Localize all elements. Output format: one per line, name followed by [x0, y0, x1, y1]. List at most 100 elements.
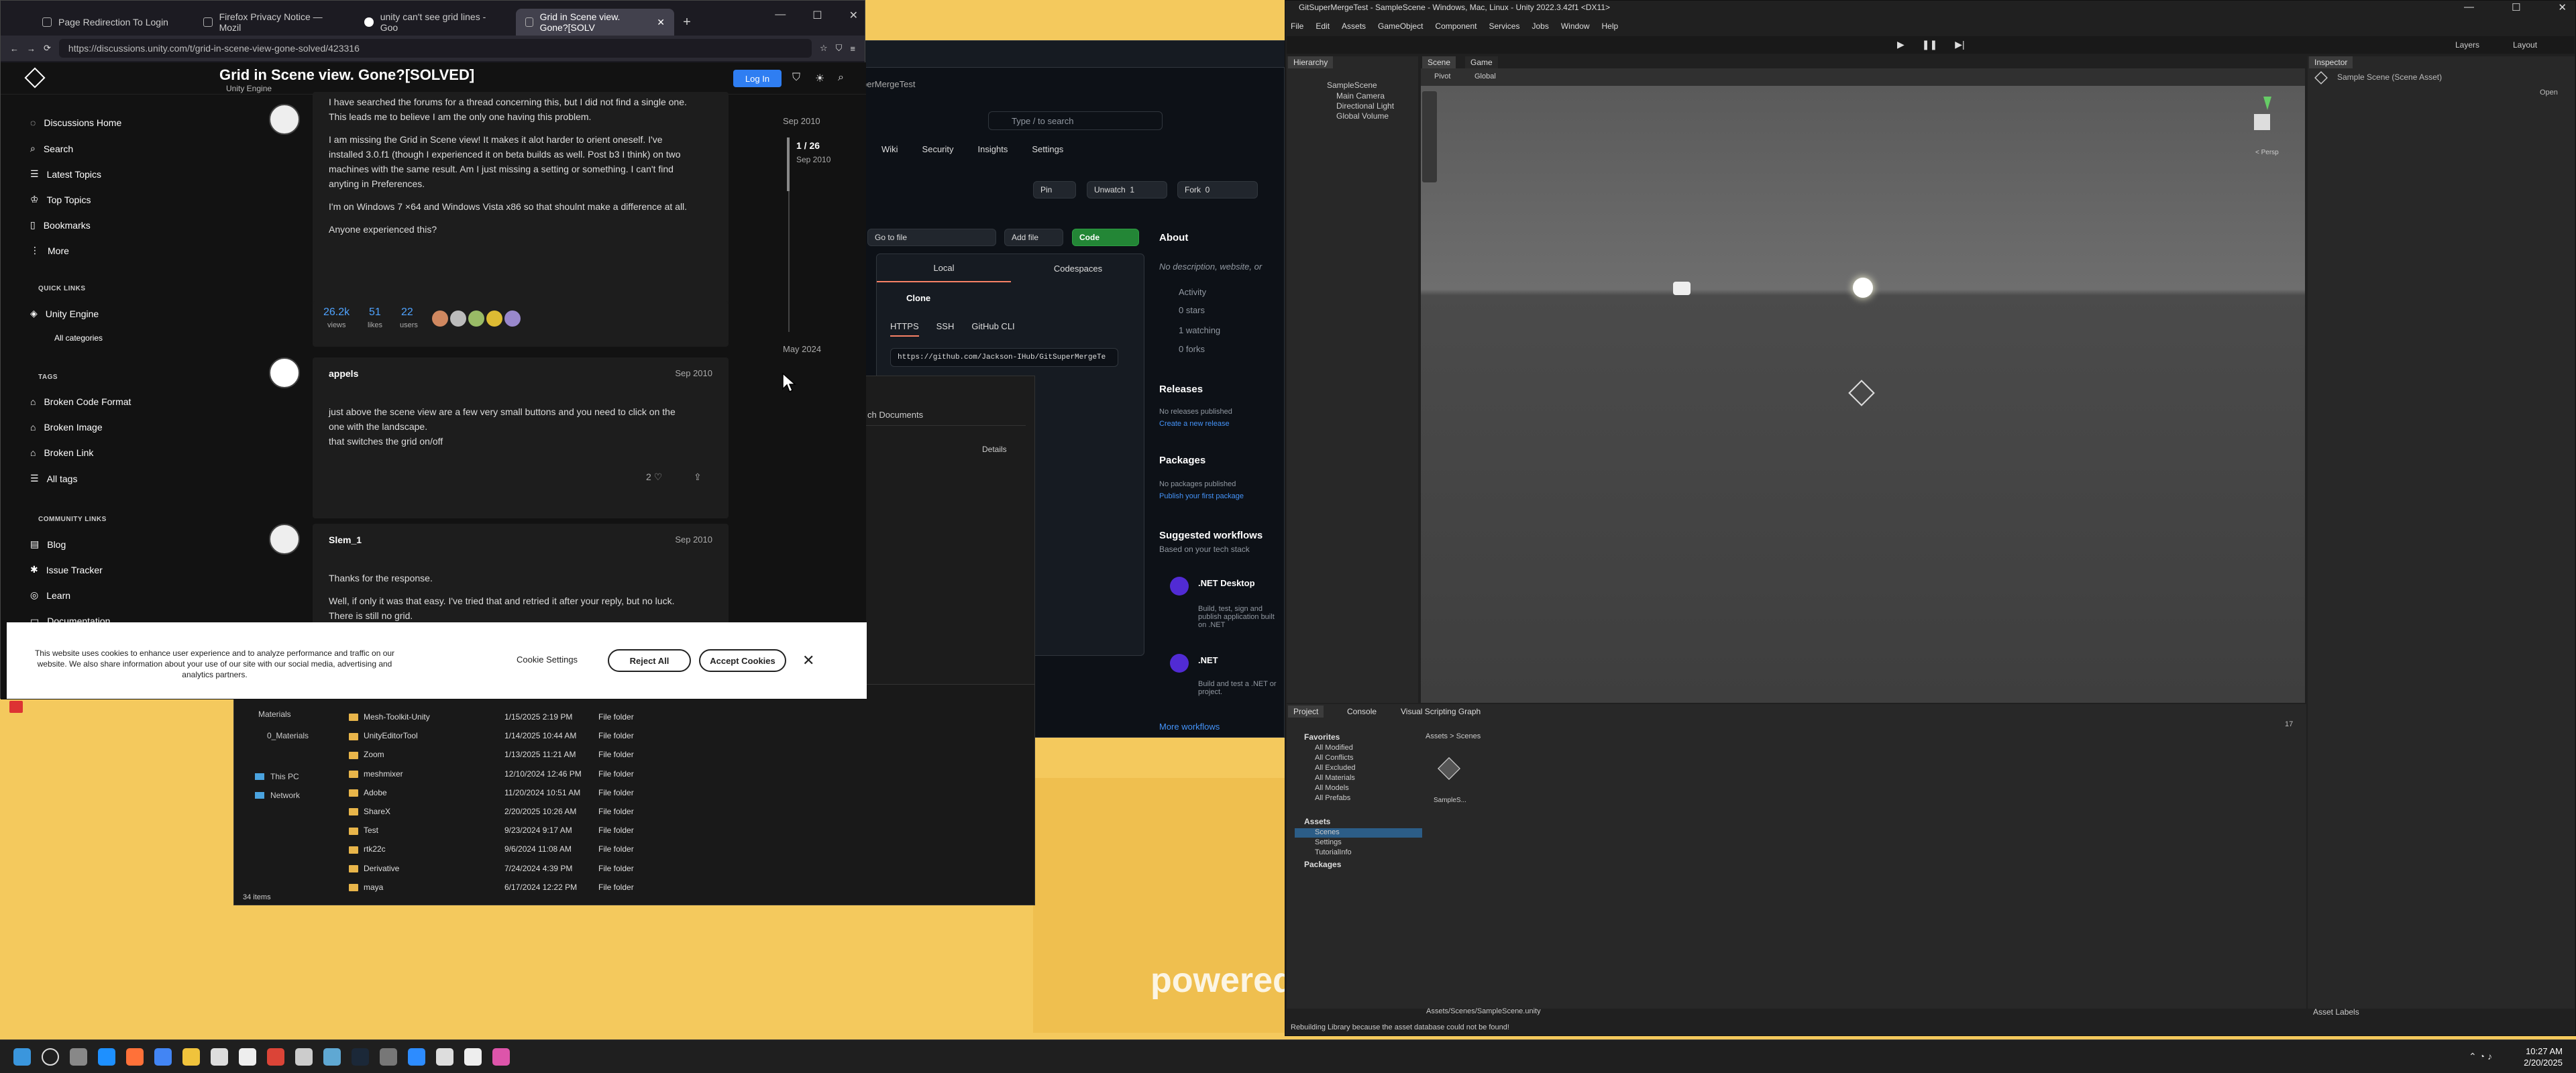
workflow2-title[interactable]: .NET [1198, 655, 1218, 665]
tray-icons[interactable]: ⌃ ◔ ♪ [2469, 1051, 2492, 1062]
tab-game[interactable]: Game [1465, 56, 1498, 68]
search-icon[interactable]: ⌕ [838, 72, 844, 84]
clone-url-input[interactable]: https://github.com/Jackson-IHub/GitSuper… [890, 348, 1118, 367]
sidebar-item-search[interactable]: ⌕ Search [30, 143, 73, 154]
menu-gameobject[interactable]: GameObject [1378, 21, 1423, 31]
sidebar-item-top[interactable]: ♔ Top Topics [30, 194, 91, 205]
details-button[interactable]: Details [982, 445, 1007, 454]
tab-codespaces[interactable]: Codespaces [1011, 254, 1145, 282]
close-icon[interactable]: ✕ [849, 9, 858, 22]
tab-console[interactable]: Console [1342, 705, 1383, 718]
pin-button[interactable]: Pin [1033, 181, 1076, 199]
file-row[interactable]: UnityEditorTool 1/14/2025 10:44 AM File fo… [349, 731, 657, 740]
pivot-dropdown[interactable]: Pivot [1434, 72, 1450, 80]
clone-tab-https[interactable]: HTTPS [890, 321, 919, 337]
minimize-icon[interactable]: — [2464, 1, 2474, 13]
favorite-item[interactable]: All Excluded [1315, 763, 1356, 773]
favorite-item[interactable]: All Modified [1315, 743, 1356, 753]
assets-header[interactable]: Assets [1304, 817, 1330, 826]
scene-asset-label[interactable]: SampleS... [1434, 797, 1466, 804]
favorite-item[interactable]: All Materials [1315, 773, 1356, 783]
back-icon[interactable]: ← [10, 44, 19, 54]
menu-services[interactable]: Services [1489, 21, 1519, 31]
steam-icon[interactable] [352, 1048, 369, 1066]
avatar[interactable] [269, 357, 300, 388]
shield-icon[interactable]: ⛉ [836, 43, 843, 54]
browser-tab[interactable]: Page Redirection To Login [33, 9, 191, 36]
asset-folder-item[interactable]: Scenes [1315, 828, 1352, 838]
clock[interactable]: 10:27 AM 2/20/2025 [2524, 1046, 2563, 1068]
accept-cookies-button[interactable]: Accept Cookies [699, 649, 786, 672]
close-icon[interactable]: ✕ [657, 17, 665, 28]
browser-tab[interactable]: Firefox Privacy Notice — Mozil [194, 9, 352, 36]
create-release-link[interactable]: Create a new release [1159, 420, 1230, 428]
favorite-item[interactable]: All Prefabs [1315, 793, 1356, 803]
sidebar-item-tag[interactable]: ⌂ Broken Code Format [30, 396, 131, 407]
about-activity[interactable]: Activity [1179, 287, 1206, 297]
sidebar-item-home[interactable]: ◌ Discussions Home [30, 117, 121, 128]
sidebar-item-more[interactable]: ⋮ More [30, 245, 69, 256]
login-button[interactable]: Log In [733, 70, 782, 87]
menu-window[interactable]: Window [1561, 21, 1590, 31]
sidebar-item-all-categories[interactable]: All categories [54, 333, 103, 343]
favorite-item[interactable]: All Models [1315, 783, 1356, 793]
star-icon[interactable]: ☆ [820, 43, 828, 54]
tags-header[interactable]: TAGS [38, 374, 58, 381]
sidebar-item-blog[interactable]: ▤ Blog [30, 539, 66, 550]
chrome-icon[interactable] [154, 1048, 172, 1066]
github-repo-name[interactable]: perMergeTest [862, 79, 915, 89]
post-author[interactable]: appels [329, 368, 358, 379]
maximize-icon[interactable]: ☐ [812, 9, 822, 22]
forward-icon[interactable]: → [27, 44, 36, 54]
nav-item-0-materials[interactable]: 0_Materials [267, 731, 309, 740]
avatar[interactable] [504, 310, 521, 327]
sidebar-item-tag[interactable]: ⌂ Broken Link [30, 447, 93, 458]
browser-tab[interactable]: unity can't see grid lines - Goo [355, 9, 513, 36]
about-forks[interactable]: 0 forks [1179, 344, 1205, 354]
tab-wiki[interactable]: Wiki [881, 144, 898, 154]
desktop-shortcut-icon[interactable] [9, 701, 23, 713]
file-row[interactable]: Mesh-Toolkit-Unity 1/15/2025 2:19 PM File … [349, 712, 657, 722]
play-icon[interactable]: ▶ [1897, 39, 1904, 50]
avatar[interactable] [450, 310, 466, 327]
asset-folder-item[interactable]: TutorialInfo [1315, 848, 1352, 858]
favorites-header[interactable]: Favorites [1304, 732, 1340, 742]
new-tab-icon[interactable]: + [677, 9, 697, 36]
about-watching[interactable]: 1 watching [1179, 325, 1220, 335]
sidebar-item-tag[interactable]: ⌂ Broken Image [30, 422, 103, 433]
camera-icon[interactable] [1673, 282, 1690, 295]
menu-assets[interactable]: Assets [1342, 21, 1366, 31]
sidebar-item-issue-tracker[interactable]: ✱ Issue Tracker [30, 564, 103, 575]
firefox-icon[interactable] [126, 1048, 144, 1066]
unity-logo-icon[interactable] [24, 67, 46, 89]
add-file-button[interactable]: Add file [1004, 229, 1063, 246]
breadcrumb-item[interactable]: Assets [1426, 732, 1448, 740]
breadcrumb-item[interactable]: Scenes [1456, 732, 1481, 740]
unity-icon[interactable] [239, 1048, 256, 1066]
tab-visual-scripting[interactable]: Visual Scripting Graph [1395, 705, 1487, 718]
fork-button[interactable]: Fork 0 [1177, 181, 1258, 199]
like-button[interactable]: 2 ♡ [646, 471, 662, 483]
layout-dropdown[interactable]: Layout [2513, 40, 2537, 50]
tab-project[interactable]: Project [1288, 705, 1324, 718]
light-icon[interactable] [1853, 278, 1873, 298]
app-icon[interactable] [323, 1048, 341, 1066]
tab-settings[interactable]: Settings [1032, 144, 1063, 154]
category-label[interactable]: Unity Engine [226, 84, 272, 93]
sidebar-item-learn[interactable]: ◎ Learn [30, 589, 70, 601]
menu-edit[interactable]: Edit [1316, 21, 1330, 31]
tab-local[interactable]: Local [877, 254, 1011, 282]
about-stars[interactable]: 0 stars [1179, 305, 1205, 315]
hierarchy-item[interactable]: Directional Light [1336, 101, 1394, 111]
sidebar-item-latest[interactable]: ☰ Latest Topics [30, 168, 101, 180]
favorite-item[interactable]: All Conflicts [1315, 753, 1356, 763]
step-icon[interactable]: ▶| [1955, 39, 1964, 50]
minimize-icon[interactable]: — [775, 9, 786, 22]
file-row[interactable]: Test 9/23/2024 9:17 AM File folder [349, 826, 657, 835]
file-row[interactable]: rtk22c 9/6/2024 11:08 AM File folder [349, 844, 657, 854]
sidebar-item-bookmarks[interactable]: ▯ Bookmarks [30, 219, 91, 231]
code-button[interactable]: Code [1072, 229, 1139, 246]
menu-icon[interactable]: ≡ [850, 44, 855, 54]
unity-hub-icon[interactable] [211, 1048, 228, 1066]
tab-insights[interactable]: Insights [978, 144, 1008, 154]
